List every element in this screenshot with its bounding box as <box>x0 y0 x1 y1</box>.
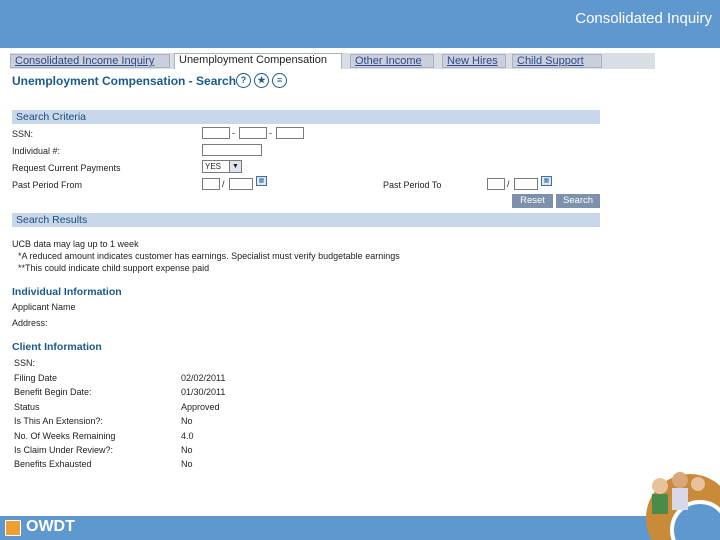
client-row-label: No. Of Weeks Remaining <box>14 431 116 441</box>
search-criteria-bar: Search Criteria <box>12 110 600 124</box>
client-row-label: SSN: <box>14 358 36 368</box>
calendar-icon[interactable]: ▦ <box>256 176 267 186</box>
client-row-label: Is This An Extension?: <box>14 416 103 426</box>
decorative-people-icon <box>646 472 720 540</box>
ssn-part2-input[interactable] <box>239 127 267 139</box>
individual-input[interactable] <box>202 144 262 156</box>
tab-other-income[interactable]: Other Income <box>350 54 434 68</box>
ssn-label: SSN: <box>12 129 34 139</box>
tab-unemployment-compensation[interactable]: Unemployment Compensation <box>174 53 342 69</box>
request-payments-value: YES <box>205 162 222 171</box>
favorite-icon[interactable]: ★ <box>254 73 269 88</box>
chevron-down-icon: ▼ <box>229 161 241 172</box>
past-to-month-input[interactable] <box>487 178 505 190</box>
client-row-value: 02/02/2011 <box>181 373 226 383</box>
calendar-icon[interactable]: ▦ <box>541 176 552 186</box>
tab-consolidated-income[interactable]: Consolidated Income Inquiry <box>10 54 170 68</box>
tab-bar: Consolidated Income Inquiry Unemployment… <box>10 53 655 69</box>
past-to-year-input[interactable] <box>514 178 538 190</box>
tab-new-hires[interactable]: New Hires <box>442 54 506 68</box>
client-row-value: 01/30/2011 <box>181 387 226 397</box>
search-results-bar: Search Results <box>12 213 600 227</box>
results-note: **This could indicate child support expe… <box>18 263 210 273</box>
past-from-label: Past Period From <box>12 180 83 190</box>
client-row-value: Approved <box>181 402 220 412</box>
address-label: Address: <box>12 318 48 328</box>
client-row-value: No <box>181 416 193 426</box>
past-to-label: Past Period To <box>383 180 442 190</box>
app-screenshot: Consolidated Income Inquiry Unemployment… <box>10 53 655 473</box>
owdt-logo-icon <box>5 520 21 536</box>
individual-heading: Individual Information <box>12 286 122 298</box>
slide-title: Consolidated Inquiry <box>575 10 712 27</box>
page-title: Unemployment Compensation - Search <box>12 74 237 88</box>
past-from-year-input[interactable] <box>229 178 253 190</box>
client-row-label: Benefit Begin Date: <box>14 387 92 397</box>
individual-label: Individual #: <box>12 146 61 156</box>
date-separator: / <box>222 179 225 189</box>
search-button[interactable]: Search <box>556 194 600 208</box>
ssn-separator: - <box>232 128 235 138</box>
footer-bar <box>0 516 720 540</box>
ssn-separator: - <box>269 128 272 138</box>
help-icon[interactable]: ? <box>236 73 251 88</box>
ssn-part3-input[interactable] <box>276 127 304 139</box>
results-note: *A reduced amount indicates customer has… <box>18 251 400 261</box>
applicant-label: Applicant Name <box>12 302 76 312</box>
client-row-value: No <box>181 445 193 455</box>
request-payments-label: Request Current Payments <box>12 163 121 173</box>
results-note: UCB data may lag up to 1 week <box>12 239 139 249</box>
tab-child-support[interactable]: Child Support <box>512 54 602 68</box>
reset-button[interactable]: Reset <box>512 194 553 208</box>
ssn-part1-input[interactable] <box>202 127 230 139</box>
client-row-label: Is Claim Under Review?: <box>14 445 114 455</box>
client-heading: Client Information <box>12 341 102 353</box>
request-payments-select[interactable]: YES ▼ <box>202 160 242 173</box>
client-row-label: Filing Date <box>14 373 58 383</box>
client-row-label: Status <box>14 402 40 412</box>
client-row-label: Benefits Exhausted <box>14 459 92 469</box>
date-separator: / <box>507 179 510 189</box>
client-row-value: No <box>181 459 193 469</box>
client-row-value: 4.0 <box>181 431 194 441</box>
footer-logo-text: OWDT <box>26 518 75 535</box>
past-from-month-input[interactable] <box>202 178 220 190</box>
list-icon[interactable]: ≡ <box>272 73 287 88</box>
